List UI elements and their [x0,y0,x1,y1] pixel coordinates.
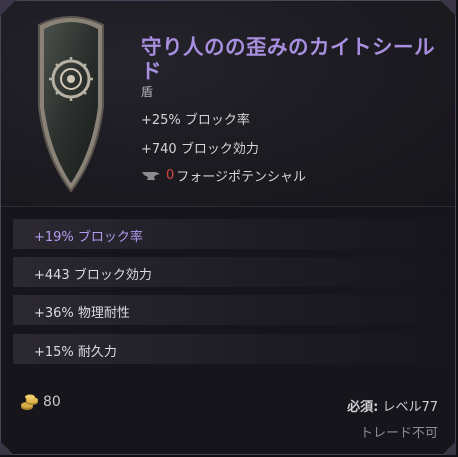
item-type: 盾 [141,85,154,99]
frame-corner [0,0,16,16]
frame-corner [442,441,456,455]
section-divider [1,206,455,207]
requirement-label: 必須: [347,400,379,415]
item-name: 守り人のの歪みのカイトシールド [141,35,435,83]
gold-coins-icon [21,394,38,410]
level-requirement: 必須: レベル77 [347,396,438,415]
affix-text: +19% ブロック率 [34,230,143,245]
frame-corner [0,441,14,455]
anvil-icon [142,171,160,180]
item-tooltip: 守り人のの歪みのカイトシールド 盾 +25% ブロック率 +740 ブロック効力… [0,0,456,455]
affix-row: +19% ブロック率 [13,219,443,249]
affix-text: +443 ブロック効力 [34,268,152,283]
implicit-block-chance: +25% ブロック率 [141,113,250,128]
kite-shield-icon [38,16,104,193]
forge-potential-value: 0 [166,168,175,183]
requirement-value: レベル77 [382,400,438,415]
forge-potential: 0 フォージポテンシャル [141,166,306,185]
affix-text: +15% 耐久力 [34,345,117,360]
forge-potential-label: フォージポテンシャル [176,170,307,185]
affix-row: +443 ブロック効力 [13,257,443,287]
trade-status: トレード不可 [359,426,438,441]
gold-value: 80 [20,392,61,412]
affix-row: +15% 耐久力 [13,334,443,364]
frame-corner [440,0,456,16]
affix-text: +36% 物理耐性 [34,306,130,321]
gold-amount: 80 [43,394,61,410]
implicit-block-effectiveness: +740 ブロック効力 [141,142,259,157]
tooltip-header: 守り人のの歪みのカイトシールド 盾 +25% ブロック率 +740 ブロック効力… [1,1,455,206]
affix-row: +36% 物理耐性 [13,295,443,325]
